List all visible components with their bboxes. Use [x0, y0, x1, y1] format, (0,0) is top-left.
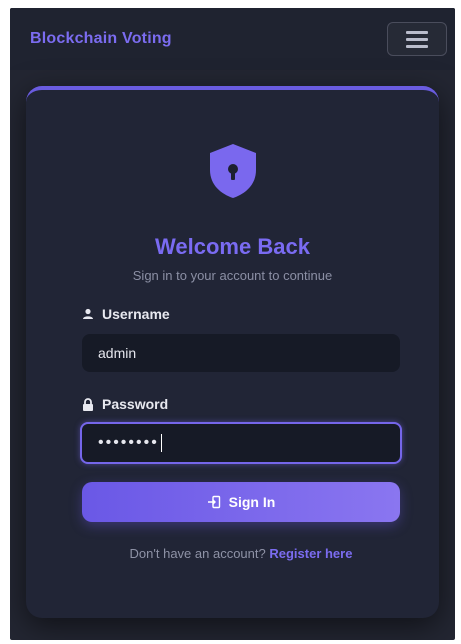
lock-icon [83, 397, 93, 411]
username-field[interactable]: admin [82, 334, 400, 372]
hamburger-bar [406, 30, 428, 34]
username-label-text: Username [102, 306, 170, 322]
sign-in-button[interactable]: Sign In [82, 482, 400, 522]
text-caret [160, 434, 162, 452]
sign-in-icon [207, 495, 220, 509]
shield-lock-icon [207, 142, 259, 200]
password-value: •••••••• [98, 434, 159, 451]
register-prompt-text: Don't have an account? [129, 546, 266, 561]
username-value: admin [98, 345, 137, 361]
app-frame: Blockchain Voting Welcome Back Sign in t… [10, 8, 455, 640]
brand-link[interactable]: Blockchain Voting [30, 30, 172, 48]
page-subtitle: Sign in to your account to continue [132, 268, 333, 283]
sign-in-label: Sign In [228, 494, 276, 510]
password-field[interactable]: •••••••• [80, 422, 402, 464]
hamburger-icon[interactable] [387, 22, 447, 56]
user-icon [83, 308, 93, 319]
login-card: Welcome Back Sign in to your account to … [26, 86, 439, 618]
password-label: Password [82, 396, 168, 412]
register-prompt: Don't have an account? Register here [86, 544, 396, 564]
username-label: Username [82, 306, 170, 322]
page-title: Welcome Back [155, 234, 310, 259]
hamburger-bar [406, 37, 428, 41]
password-label-text: Password [102, 396, 169, 412]
register-link[interactable]: Register here [269, 546, 352, 561]
navbar: Blockchain Voting [10, 8, 455, 70]
hamburger-bar [406, 44, 428, 48]
